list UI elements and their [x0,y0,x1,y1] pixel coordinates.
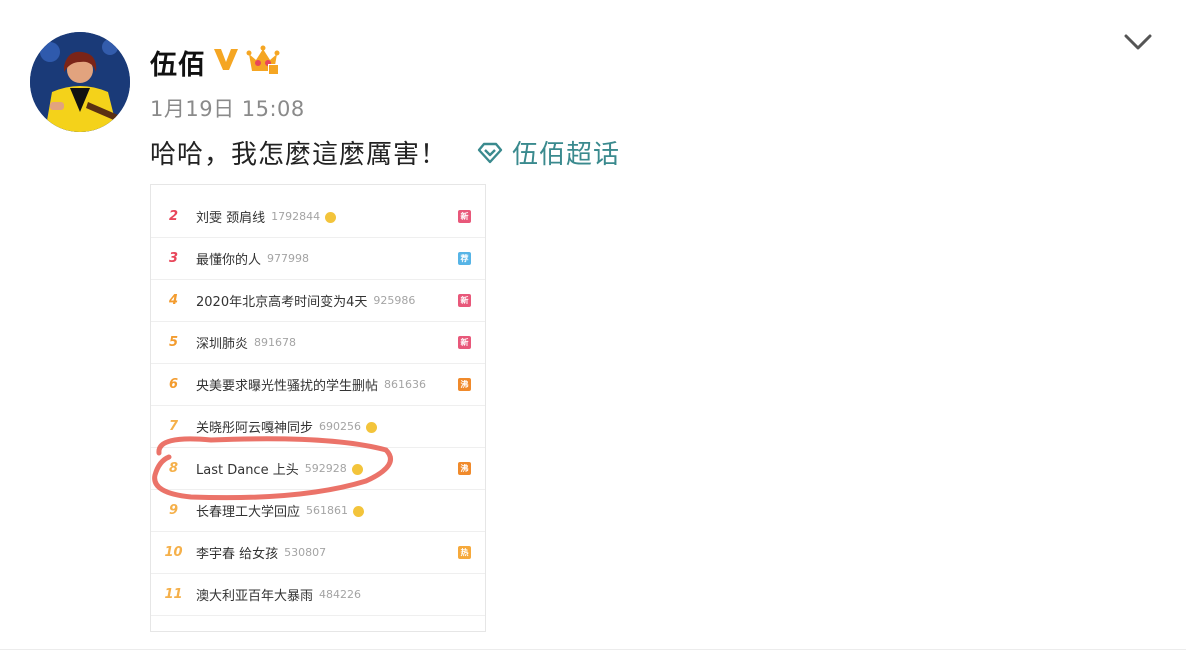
emoji-icon [325,212,337,223]
emoji-icon [366,422,378,433]
hot-topic-count: 1792844 [271,210,321,223]
hot-list-row[interactable]: 8 Last Dance 上头 592928 沸 [151,448,485,490]
hot-tag-badge: 沸 [458,378,471,391]
supertopic-link[interactable]: 伍佰超话 [476,134,620,171]
hot-topic-count: 561861 [306,504,349,517]
author-name[interactable]: 伍佰 [150,43,206,82]
hot-topic-title: 2020年北京高考时间变为4天 [196,295,368,310]
avatar-image [30,32,130,132]
hot-list-row[interactable]: 5 深圳肺炎 891678 新 [151,322,485,364]
hot-list-row[interactable]: 11 澳大利亚百年大暴雨 484226 [151,574,485,616]
hot-topic-count: 925986 [373,294,416,307]
rank-number: 9 [168,503,179,518]
emoji-icon [353,506,365,517]
rank-number: 10 [164,545,183,560]
hot-topic-count: 977998 [267,252,310,265]
verified-v-icon [214,49,238,70]
hot-topic-count: 484226 [319,588,362,601]
hot-topic-title: 长春理工大学回应 [196,505,301,520]
hot-topic-title: 央美要求曝光性骚扰的学生删帖 [196,379,379,394]
hot-topic-count: 690256 [319,420,362,433]
hot-tag-badge: 热 [458,546,471,559]
hot-list-row[interactable]: 3 最懂你的人 977998 荐 [151,238,485,280]
chevron-down-icon[interactable] [1122,30,1154,54]
hot-topic-title: 关晓彤阿云嘎神同步 [196,421,314,436]
hot-topic-title: 李宇春 给女孩 [196,547,279,562]
diamond-icon [477,142,503,163]
hot-topic-title: 刘雯 颈肩线 [196,211,266,226]
post-timestamp[interactable]: 1月19日 15:08 [150,93,305,123]
hot-list-row[interactable]: 2 刘雯 颈肩线 1792844 新 [151,196,485,238]
hot-topic-title: 最懂你的人 [196,253,262,268]
hot-topic-title: 澳大利亚百年大暴雨 [196,589,314,604]
hot-tag-badge: 新 [458,294,471,307]
hot-list-row[interactable]: 4 2020年北京高考时间变为4天 925986 新 [151,280,485,322]
crown-icon[interactable] [246,44,280,76]
hot-topic-count: 861636 [384,378,427,391]
hot-topic-count: 592928 [304,462,347,475]
rank-number: 2 [168,209,179,224]
hot-topic-title: Last Dance 上头 [196,463,299,478]
supertopic-label: 伍佰超话 [512,140,621,170]
hot-list-row[interactable]: 6 央美要求曝光性骚扰的学生删帖 861636 沸 [151,364,485,406]
avatar[interactable] [30,32,130,132]
hot-tag-badge: 荐 [458,252,471,265]
hot-list-row[interactable]: 10 李宇春 给女孩 530807 热 [151,532,485,574]
hot-tag-badge: 新 [458,336,471,349]
post-text: 哈哈，我怎麼這麼厲害！ [150,140,448,170]
hot-topic-count: 530807 [284,546,327,559]
hot-list-row[interactable]: 9 长春理工大学回应 561861 [151,490,485,532]
hot-topic-count: 891678 [254,336,297,349]
rank-number: 6 [168,377,179,392]
hot-tag-badge: 沸 [458,462,471,475]
rank-number: 8 [168,461,179,476]
divider [0,649,1186,650]
rank-number: 5 [168,335,179,350]
hot-list-row[interactable]: 7 关晓彤阿云嘎神同步 690256 [151,406,485,448]
rank-number: 7 [168,419,179,434]
hot-topic-title: 深圳肺炎 [196,337,249,352]
hot-tag-badge: 新 [458,210,471,223]
rank-number: 11 [164,587,183,602]
rank-number: 4 [168,293,179,308]
rank-number: 3 [168,251,179,266]
emoji-icon [351,464,363,475]
hot-search-screenshot[interactable]: 2 刘雯 颈肩线 1792844 新 3 最懂你的人 977998 荐 4 2020年北京高考时间… [150,184,486,632]
